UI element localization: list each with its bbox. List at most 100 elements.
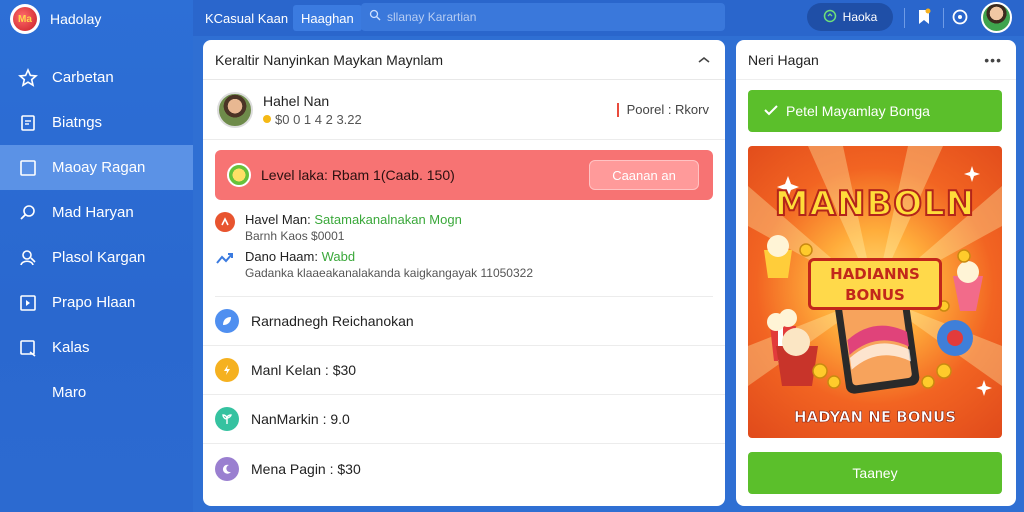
search-icon	[18, 203, 38, 223]
list-item[interactable]: NanMarkin : 9.0	[203, 395, 725, 444]
feed-subtitle: Barnh Kaos $0001	[245, 229, 345, 243]
square-icon	[18, 158, 38, 178]
plant-icon	[215, 407, 239, 431]
chat-icon	[823, 9, 837, 26]
feed-title-text: Dano Haam:	[245, 249, 318, 264]
right-header: Neri Hagan •••	[736, 40, 1016, 80]
list-item-label: Mena Pagin : $30	[251, 460, 361, 477]
coin-icon	[263, 115, 271, 123]
sidebar-nav: Carbetan Biatngs Maoay Ragan Mad Haryan …	[0, 55, 193, 415]
play-square-icon	[18, 293, 38, 313]
list-item-label: Rarnadnegh Reichanokan	[251, 313, 414, 329]
list-item-label: Manl Kelan : $30	[251, 362, 357, 378]
search-input[interactable]	[387, 10, 707, 24]
bookmark-icon[interactable]	[913, 6, 935, 28]
promo-badge: HADIANNS BONUS	[808, 258, 942, 310]
people-icon	[18, 248, 38, 268]
level-badge-icon	[227, 163, 251, 187]
feed-subtitle: Gadanka klaaeakanalakanda kaigkangayak 1…	[245, 266, 534, 280]
page-title: Keraltir Nanyinkan Maykan Maynlam	[215, 51, 443, 68]
action-list: Rarnadnegh Reichanokan Manl Kelan : $30 …	[203, 297, 725, 493]
sidebar-item-label: Prapo Hlaan	[52, 294, 136, 311]
activity-feed: Havel Man: Satamakanalnakan Mogn Barnh K…	[203, 200, 725, 297]
more-options-icon[interactable]: •••	[984, 52, 1002, 68]
feed-highlight: Satamakanalnakan Mogn	[314, 212, 462, 227]
haoka-label: Haoka	[842, 10, 878, 24]
promo-badge-line2: BONUS	[845, 286, 905, 304]
logo-text: Ma	[13, 7, 37, 31]
profile-link[interactable]: Poorel : Rkorv	[616, 102, 709, 117]
star-icon	[18, 67, 38, 88]
leaf-icon	[215, 309, 239, 333]
sidebar-item-label: Maoay Ragan	[52, 159, 146, 176]
level-text: Level laka: Rbam 1(Caab. 150)	[261, 167, 455, 183]
search-icon	[369, 8, 381, 26]
level-action-button[interactable]: Caanan an	[589, 160, 699, 190]
right-title: Neri Hagan	[748, 51, 819, 68]
sidebar-item-prapo-hlaan[interactable]: Prapo Hlaan	[0, 280, 193, 325]
list-item[interactable]: Rarnadnegh Reichanokan	[203, 297, 725, 346]
sidebar-item-label: Carbetan	[52, 69, 114, 86]
sidebar-item-label: Biatngs	[52, 114, 103, 131]
sidebar-item-maro[interactable]: Maro	[0, 370, 193, 415]
tab-haaghan[interactable]: Haaghan	[293, 5, 362, 31]
sidebar-item-biatngs[interactable]: Biatngs	[0, 100, 193, 145]
share-icon	[215, 249, 235, 269]
divider	[904, 8, 905, 28]
promo-banner[interactable]: MANBOLN HADIANNS BONUS HADYAN NE BONUS	[748, 146, 1002, 438]
app-logo-icon: Ma	[10, 4, 40, 34]
feed-group: Havel Man: Satamakanalnakan Mogn Barnh K…	[215, 200, 713, 297]
check-icon	[764, 103, 778, 119]
sidebar-item-label: Mad Haryan	[52, 204, 134, 221]
sidebar-item-kalas[interactable]: Kalas	[0, 325, 193, 370]
profile-name: Hahel Nan	[263, 92, 330, 109]
sidebar-item-plasol-kargan[interactable]: Plasol Kargan	[0, 235, 193, 280]
sidebar-item-label: Maro	[52, 384, 87, 401]
avatar[interactable]	[217, 91, 253, 128]
document-icon	[18, 113, 38, 133]
feed-item[interactable]: Dano Haam: Wabd Gadanka klaaeakanalakand…	[215, 249, 713, 280]
flame-icon	[215, 212, 235, 232]
brand[interactable]: Ma Hadolay	[10, 4, 101, 34]
user-avatar[interactable]	[981, 2, 1012, 33]
sidebar: Ma Hadolay Carbetan Biatngs Maoay Ragan	[0, 0, 193, 512]
moon-icon	[215, 456, 239, 481]
level-banner: Level laka: Rbam 1(Caab. 150) Caanan an	[215, 150, 713, 200]
search-bar[interactable]	[361, 3, 725, 31]
coins-value: $0 0 1 4 2 3.22	[275, 111, 362, 127]
promo-badge-line1: HADIANNS	[830, 265, 920, 283]
top-bar: KCasual Kaan Haaghan Haoka	[193, 0, 1024, 36]
lightning-icon	[215, 358, 239, 382]
collapse-icon[interactable]	[697, 52, 711, 68]
sidebar-item-mad-haryan[interactable]: Mad Haryan	[0, 190, 193, 235]
right-panel: Neri Hagan ••• Petel Mayamlay Bonga MANB…	[736, 40, 1016, 506]
divider	[943, 8, 944, 28]
accent-bar	[616, 102, 619, 117]
feed-title: Dano Haam: Wabd	[245, 249, 533, 264]
sidebar-item-carbetan[interactable]: Carbetan	[0, 55, 193, 100]
list-item[interactable]: Mena Pagin : $30	[203, 444, 725, 493]
main-panel: Keraltir Nanyinkan Maykan Maynlam Hahel …	[203, 40, 725, 506]
sidebar-item-maoay-ragan[interactable]: Maoay Ragan	[0, 145, 193, 190]
brand-name: Hadolay	[50, 11, 102, 27]
main-header: Keraltir Nanyinkan Maykan Maynlam	[203, 40, 725, 80]
feed-highlight: Wabd	[321, 249, 356, 264]
claim-bonus-button[interactable]: Petel Mayamlay Bonga	[748, 90, 1002, 132]
haoka-button[interactable]: Haoka	[807, 3, 893, 31]
feed-item[interactable]: Havel Man: Satamakanalnakan Mogn Barnh K…	[215, 212, 713, 243]
checkbox-icon	[18, 338, 38, 358]
info-icon[interactable]	[949, 6, 971, 28]
promo-footer: HADYAN NE BONUS	[793, 408, 957, 427]
tab-casual[interactable]: KCasual Kaan	[205, 0, 288, 36]
list-item-label: NanMarkin : 9.0	[251, 411, 350, 427]
claim-bonus-label: Petel Mayamlay Bonga	[786, 103, 930, 119]
sidebar-item-label: Kalas	[52, 339, 90, 356]
taaney-button[interactable]: Taaney	[748, 452, 1002, 494]
list-item[interactable]: Manl Kelan : $30	[203, 346, 725, 395]
profile-link-label: Poorel : Rkorv	[626, 102, 709, 117]
profile-coins: $0 0 1 4 2 3.22	[263, 112, 362, 127]
feed-title: Havel Man: Satamakanalnakan Mogn	[245, 212, 462, 227]
feed-title-text: Havel Man:	[245, 212, 311, 227]
promo-title: MANBOLN	[774, 183, 976, 225]
profile-card: Hahel Nan $0 0 1 4 2 3.22 Poorel : Rkorv	[203, 80, 725, 140]
